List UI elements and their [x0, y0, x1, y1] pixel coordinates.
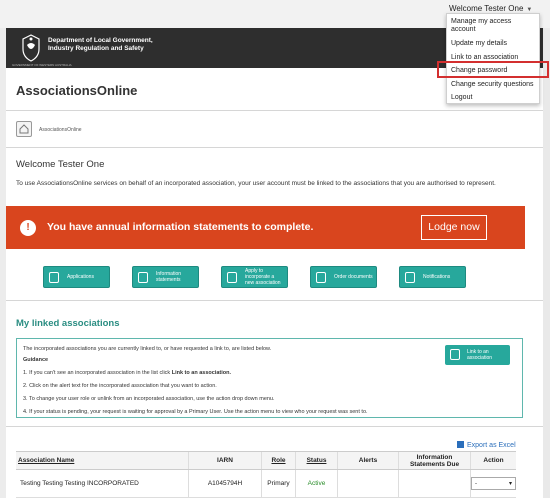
incorporate-association-label: Apply to incorporate a new association — [245, 268, 281, 286]
action-select[interactable]: - ▾ — [471, 477, 516, 490]
divider — [6, 147, 543, 148]
guidance-item-1: 1. If you can't see an incorporated asso… — [23, 370, 231, 376]
guidance-intro: The incorporated associations you are cu… — [23, 346, 272, 352]
linked-associations-title: My linked associations — [16, 318, 120, 329]
iarn-cell: A1045794H — [189, 470, 262, 497]
export-excel-link[interactable]: Export as Excel — [457, 441, 516, 449]
column-header-status[interactable]: Status — [296, 452, 338, 469]
page-title: AssociationsOnline — [16, 83, 138, 98]
menu-item-update-details[interactable]: Update my details — [451, 40, 507, 48]
applications-icon — [49, 272, 59, 283]
guidance-item-4: 4. If your status is pending, your reque… — [23, 409, 368, 415]
department-name: Department of Local Government, Industry… — [48, 37, 153, 53]
column-header-iarn: IARN — [189, 452, 262, 469]
lodge-now-button[interactable]: Lodge now — [421, 215, 487, 240]
divider — [6, 426, 543, 427]
change-password-highlight — [437, 61, 549, 78]
information-statements-button[interactable]: Information statements — [132, 266, 199, 288]
department-line-1: Department of Local Government, — [48, 37, 153, 44]
order-documents-icon — [316, 272, 326, 283]
column-header-alerts: Alerts — [338, 452, 399, 469]
crest-caption: GOVERNMENT OF WESTERN AUSTRALIA — [12, 63, 72, 67]
menu-item-security-questions[interactable]: Change security questions — [451, 81, 534, 89]
action-cell: - ▾ — [471, 470, 516, 497]
link-icon — [450, 349, 460, 360]
guidance-item-3: 3. To change your user role or unlink fr… — [23, 396, 275, 402]
guidance-box: The incorporated associations you are cu… — [16, 338, 523, 418]
excel-icon — [457, 441, 464, 448]
scrollbar-track[interactable] — [543, 28, 550, 498]
home-icon — [19, 124, 29, 134]
column-header-role[interactable]: Role — [262, 452, 296, 469]
order-documents-button[interactable]: Order documents — [310, 266, 377, 288]
user-menu-label: Welcome Tester One — [449, 4, 524, 13]
divider — [6, 110, 543, 111]
statements-due-cell — [399, 470, 471, 497]
link-association-label: Link to an association — [467, 349, 493, 361]
link-association-button[interactable]: Link to an association — [445, 345, 510, 365]
menu-item-logout[interactable]: Logout — [451, 94, 472, 102]
table-row: Testing Testing Testing INCORPORATED A10… — [16, 470, 516, 498]
order-documents-label: Order documents — [334, 274, 373, 280]
alert-message: You have annual information statements t… — [47, 221, 314, 233]
incorporate-association-button[interactable]: Apply to incorporate a new association — [221, 266, 288, 288]
table-header: Association Name IARN Role Status Alerts… — [16, 451, 516, 470]
welcome-intro: To use AssociationsOnline services on be… — [16, 180, 496, 187]
welcome-heading: Welcome Tester One — [16, 159, 105, 170]
notifications-button[interactable]: Notifications — [399, 266, 466, 288]
status-cell: Active — [296, 470, 338, 497]
information-statements-label: Information statements — [156, 271, 182, 283]
guidance-heading: Guidance — [23, 357, 49, 363]
column-header-statements-due: Information Statements Due — [399, 452, 471, 469]
home-button[interactable] — [16, 121, 32, 137]
column-header-action: Action — [483, 457, 504, 464]
info-icon: ! — [20, 220, 36, 236]
notifications-icon — [405, 272, 415, 283]
notifications-label: Notifications — [423, 274, 451, 280]
export-label: Export as Excel — [467, 442, 516, 449]
guidance-item-2: 2. Click on the alert text for the incor… — [23, 383, 217, 389]
action-select-value: - — [475, 480, 477, 487]
applications-button[interactable]: Applications — [43, 266, 110, 288]
association-name-cell[interactable]: Testing Testing Testing INCORPORATED — [16, 470, 189, 497]
department-line-2: Industry Regulation and Safety — [48, 45, 144, 52]
user-menu-dropdown: Manage my access account Update my detai… — [446, 13, 540, 104]
information-statements-icon — [138, 272, 148, 283]
alerts-cell — [338, 470, 399, 497]
wa-crest-logo — [22, 34, 40, 62]
user-menu-button[interactable]: Welcome Tester One ▼ — [449, 4, 532, 13]
column-header-association-name[interactable]: Association Name — [16, 452, 189, 469]
chevron-down-icon: ▾ — [508, 481, 512, 487]
guidance-link-text: Link to an association. — [171, 370, 232, 376]
role-cell: Primary — [262, 470, 296, 497]
menu-item-manage-access[interactable]: Manage my access account — [451, 18, 533, 34]
annual-statement-alert: ! You have annual information statements… — [6, 206, 525, 249]
guidance-text: 1. If you can't see an incorporated asso… — [23, 370, 172, 376]
breadcrumb[interactable]: AssociationsOnline — [39, 127, 82, 133]
incorporate-icon — [227, 272, 237, 283]
divider — [6, 300, 543, 301]
applications-label: Applications — [67, 274, 94, 280]
